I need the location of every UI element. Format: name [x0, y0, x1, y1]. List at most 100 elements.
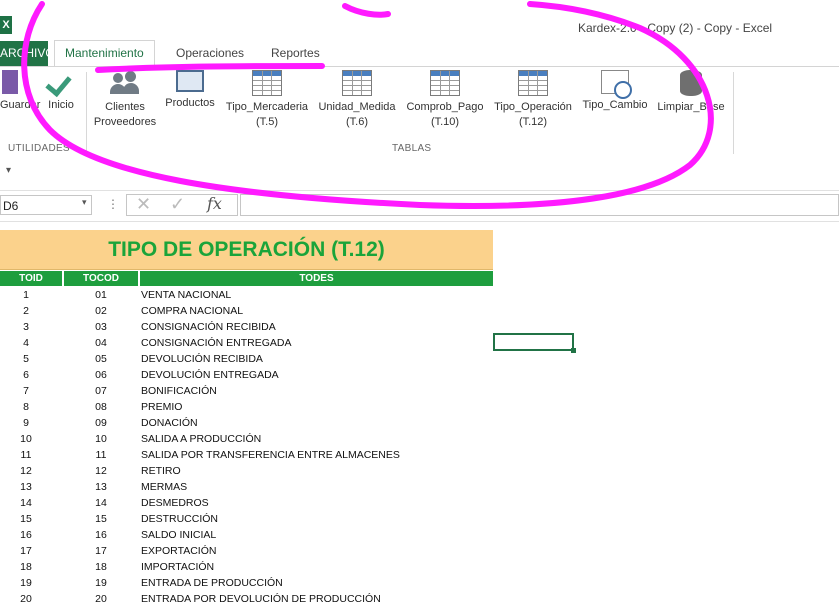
- sheet-title[interactable]: TIPO DE OPERACIÓN (T.12): [0, 230, 493, 270]
- cell-tocod[interactable]: 11: [64, 447, 138, 463]
- cell-todes[interactable]: BONIFICACIÓN: [141, 383, 217, 399]
- formula-input[interactable]: [240, 194, 839, 216]
- cell-todes[interactable]: DESTRUCCIÓN: [141, 511, 218, 527]
- insert-function-icon[interactable]: fx: [207, 194, 222, 213]
- cell-toid[interactable]: 4: [0, 335, 52, 351]
- cell-toid[interactable]: 12: [0, 463, 52, 479]
- table-row[interactable]: 8 08 PREMIO: [0, 399, 493, 415]
- cell-todes[interactable]: EXPORTACIÓN: [141, 543, 216, 559]
- tab-mantenimiento[interactable]: Mantenimiento: [54, 40, 155, 67]
- table-row[interactable]: 20 20 ENTRADA POR DEVOLUCIÓN DE PRODUCCIÓN: [0, 591, 493, 607]
- cell-tocod[interactable]: 16: [64, 527, 138, 543]
- cell-tocod[interactable]: 03: [64, 319, 138, 335]
- cell-toid[interactable]: 17: [0, 543, 52, 559]
- cell-tocod[interactable]: 19: [64, 575, 138, 591]
- cell-todes[interactable]: DONACIÓN: [141, 415, 198, 431]
- table-row[interactable]: 10 10 SALIDA A PRODUCCIÓN: [0, 431, 493, 447]
- comprob-pago-button[interactable]: Comprob_Pago (T.10): [401, 70, 489, 130]
- cell-todes[interactable]: RETIRO: [141, 463, 181, 479]
- cell-todes[interactable]: DEVOLUCIÓN RECIBIDA: [141, 351, 263, 367]
- table-row[interactable]: 16 16 SALDO INICIAL: [0, 527, 493, 543]
- cell-tocod[interactable]: 04: [64, 335, 138, 351]
- cell-toid[interactable]: 5: [0, 351, 52, 367]
- table-row[interactable]: 6 06 DEVOLUCIÓN ENTREGADA: [0, 367, 493, 383]
- cell-todes[interactable]: DEVOLUCIÓN ENTREGADA: [141, 367, 279, 383]
- name-box[interactable]: D6: [0, 195, 92, 215]
- cell-toid[interactable]: 18: [0, 559, 52, 575]
- cell-tocod[interactable]: 12: [64, 463, 138, 479]
- table-row[interactable]: 13 13 MERMAS: [0, 479, 493, 495]
- cell-tocod[interactable]: 05: [64, 351, 138, 367]
- cell-toid[interactable]: 8: [0, 399, 52, 415]
- cell-todes[interactable]: DESMEDROS: [141, 495, 209, 511]
- cell-todes[interactable]: ENTRADA POR DEVOLUCIÓN DE PRODUCCIÓN: [141, 591, 381, 607]
- table-row[interactable]: 2 02 COMPRA NACIONAL: [0, 303, 493, 319]
- cell-tocod[interactable]: 01: [64, 287, 138, 303]
- table-row[interactable]: 18 18 IMPORTACIÓN: [0, 559, 493, 575]
- cell-toid[interactable]: 20: [0, 591, 52, 607]
- table-row[interactable]: 1 01 VENTA NACIONAL: [0, 287, 493, 303]
- cell-tocod[interactable]: 07: [64, 383, 138, 399]
- cell-tocod[interactable]: 14: [64, 495, 138, 511]
- clientes-proveedores-button[interactable]: Clientes Proveedores: [90, 70, 160, 130]
- tab-file[interactable]: ARCHIVO: [0, 41, 55, 66]
- cell-toid[interactable]: 10: [0, 431, 52, 447]
- tipo-cambio-button[interactable]: Tipo_Cambio: [577, 70, 653, 113]
- selected-cell[interactable]: [493, 333, 576, 353]
- cell-todes[interactable]: SALIDA A PRODUCCIÓN: [141, 431, 261, 447]
- cell-todes[interactable]: MERMAS: [141, 479, 187, 495]
- table-row[interactable]: 9 09 DONACIÓN: [0, 415, 493, 431]
- table-row[interactable]: 3 03 CONSIGNACIÓN RECIBIDA: [0, 319, 493, 335]
- cell-tocod[interactable]: 06: [64, 367, 138, 383]
- enter-icon[interactable]: ✓: [170, 194, 185, 215]
- cell-toid[interactable]: 15: [0, 511, 52, 527]
- cell-tocod[interactable]: 08: [64, 399, 138, 415]
- cell-toid[interactable]: 14: [0, 495, 52, 511]
- cell-toid[interactable]: 3: [0, 319, 52, 335]
- cell-toid[interactable]: 1: [0, 287, 52, 303]
- cancel-icon[interactable]: ✕: [136, 194, 151, 215]
- guardar-button[interactable]: Guardar: [0, 70, 40, 113]
- table-row[interactable]: 11 11 SALIDA POR TRANSFERENCIA ENTRE ALMAC…: [0, 447, 493, 463]
- vertical-dots-icon[interactable]: ⋮: [107, 197, 119, 211]
- productos-button[interactable]: Productos: [160, 70, 220, 111]
- table-row[interactable]: 12 12 RETIRO: [0, 463, 493, 479]
- table-row[interactable]: 19 19 ENTRADA DE PRODUCCIÓN: [0, 575, 493, 591]
- cell-todes[interactable]: VENTA NACIONAL: [141, 287, 231, 303]
- cell-tocod[interactable]: 10: [64, 431, 138, 447]
- cell-todes[interactable]: SALDO INICIAL: [141, 527, 216, 543]
- column-header-todes[interactable]: TODES: [140, 271, 493, 286]
- cell-toid[interactable]: 13: [0, 479, 52, 495]
- tipo-operacion-button[interactable]: Tipo_Operación (T.12): [489, 70, 577, 130]
- table-row[interactable]: 7 07 BONIFICACIÓN: [0, 383, 493, 399]
- tab-reportes[interactable]: Reportes: [261, 41, 330, 66]
- table-row[interactable]: 17 17 EXPORTACIÓN: [0, 543, 493, 559]
- cell-todes[interactable]: ENTRADA DE PRODUCCIÓN: [141, 575, 283, 591]
- unidad-medida-button[interactable]: Unidad_Medida (T.6): [313, 70, 401, 130]
- inicio-button[interactable]: Inicio: [42, 70, 80, 113]
- chevron-down-icon[interactable]: ▾: [82, 197, 87, 208]
- cell-toid[interactable]: 16: [0, 527, 52, 543]
- column-header-toid[interactable]: TOID: [0, 271, 62, 286]
- cell-toid[interactable]: 2: [0, 303, 52, 319]
- cell-todes[interactable]: CONSIGNACIÓN ENTREGADA: [141, 335, 292, 351]
- column-header-tocod[interactable]: TOCOD: [64, 271, 138, 286]
- cell-todes[interactable]: CONSIGNACIÓN RECIBIDA: [141, 319, 276, 335]
- cell-tocod[interactable]: 20: [64, 591, 138, 607]
- cell-tocod[interactable]: 15: [64, 511, 138, 527]
- cell-toid[interactable]: 6: [0, 367, 52, 383]
- tipo-mercaderia-button[interactable]: Tipo_Mercaderia (T.5): [221, 70, 313, 130]
- cell-todes[interactable]: COMPRA NACIONAL: [141, 303, 243, 319]
- cell-toid[interactable]: 19: [0, 575, 52, 591]
- cell-todes[interactable]: PREMIO: [141, 399, 182, 415]
- cell-toid[interactable]: 7: [0, 383, 52, 399]
- table-row[interactable]: 5 05 DEVOLUCIÓN RECIBIDA: [0, 351, 493, 367]
- table-row[interactable]: 14 14 DESMEDROS: [0, 495, 493, 511]
- limpiar-base-button[interactable]: Limpiar_Base: [653, 70, 729, 115]
- cell-toid[interactable]: 11: [0, 447, 52, 463]
- tab-operaciones[interactable]: Operaciones: [166, 41, 254, 66]
- cell-todes[interactable]: IMPORTACIÓN: [141, 559, 214, 575]
- table-row[interactable]: 4 04 CONSIGNACIÓN ENTREGADA: [0, 335, 493, 351]
- qat-dropdown-icon[interactable]: ▾: [6, 165, 11, 176]
- cell-todes[interactable]: SALIDA POR TRANSFERENCIA ENTRE ALMACENES: [141, 447, 400, 463]
